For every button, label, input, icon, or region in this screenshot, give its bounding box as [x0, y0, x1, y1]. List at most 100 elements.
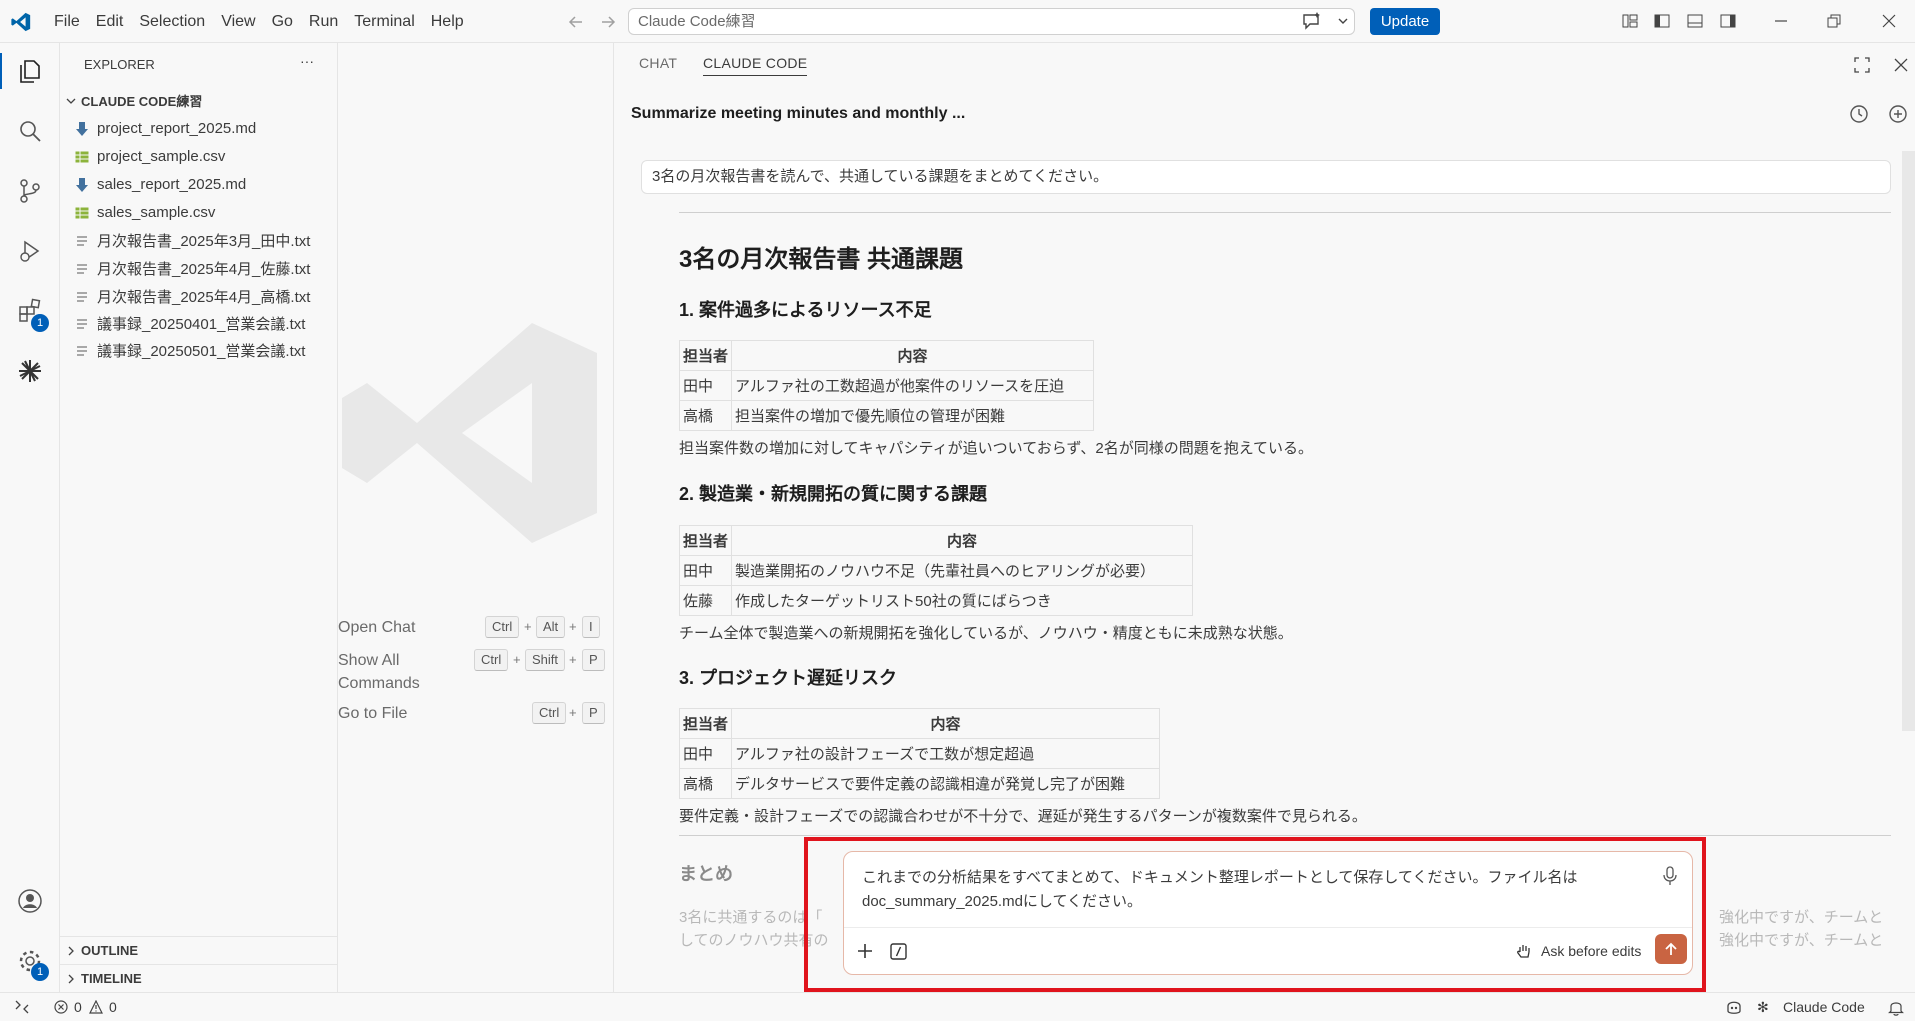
menu-go[interactable]: Go — [264, 0, 301, 43]
table-header: 担当者 — [678, 525, 733, 556]
menu-terminal[interactable]: Terminal — [346, 0, 422, 43]
accounts-icon[interactable] — [12, 883, 48, 919]
editor-welcome: Open Chat Ctrl + Alt + I Show All Comman… — [338, 43, 613, 992]
error-icon[interactable] — [54, 1000, 68, 1014]
claude-status-label[interactable]: Claude Code — [1783, 999, 1865, 1015]
slash-command-icon[interactable] — [890, 943, 907, 960]
timeline-header[interactable]: TIMELINE — [60, 965, 338, 992]
outline-header[interactable]: OUTLINE — [60, 937, 338, 964]
table-cell: 高橋 — [678, 768, 733, 799]
remote-icon[interactable] — [14, 999, 30, 1015]
run-debug-icon[interactable] — [12, 233, 48, 269]
file-item[interactable]: 月次報告書_2025年4月_高橋.txt — [60, 283, 338, 310]
tab-claude-code[interactable]: CLAUDE CODE — [703, 55, 808, 76]
command-center-search[interactable]: Claude Code練習 — [628, 8, 1355, 35]
file-name: 月次報告書_2025年4月_佐藤.txt — [97, 261, 311, 278]
close-panel-icon[interactable] — [1893, 57, 1909, 73]
file-item[interactable]: sales_report_2025.md — [60, 171, 338, 198]
user-prompt-text: 3名の月次報告書を読んで、共通している課題をまとめてください。 — [652, 168, 1109, 185]
hand-icon[interactable] — [1516, 943, 1532, 959]
settings-badge: 1 — [31, 963, 49, 981]
menu-help[interactable]: Help — [423, 0, 472, 43]
table-cell: デルタサービスで要件定義の認識相違が発覚し完了が困難 — [731, 768, 1161, 799]
send-button[interactable] — [1655, 934, 1687, 964]
scrollbar-thumb[interactable] — [1902, 151, 1915, 731]
go-to-file-label[interactable]: Go to File — [338, 705, 407, 723]
mode-label[interactable]: Ask before edits — [1541, 943, 1641, 959]
table-row: 田中 アルファ社の設計フェーズで工数が想定超過 — [678, 738, 1161, 769]
menu-file[interactable]: File — [46, 0, 88, 43]
source-control-icon[interactable] — [12, 173, 48, 209]
activity-bar: 1 1 — [0, 43, 60, 992]
search-icon[interactable] — [12, 113, 48, 149]
kbd-plus: + — [569, 619, 577, 634]
file-item[interactable]: project_sample.csv — [60, 143, 338, 170]
file-item[interactable]: 月次報告書_2025年4月_佐藤.txt — [60, 255, 338, 282]
table-row: 高橋 担当案件の増加で優先順位の管理が困難 — [678, 400, 1095, 431]
table-header: 内容 — [731, 340, 1095, 371]
table-cell: 田中 — [678, 738, 733, 769]
copilot-icon[interactable] — [1301, 10, 1323, 32]
toggle-secondary-sidebar-icon[interactable] — [1719, 12, 1737, 30]
table-cell: アルファ社の設計フェーズで工数が想定超過 — [731, 738, 1161, 769]
history-clock-icon[interactable] — [1849, 104, 1869, 124]
toggle-primary-sidebar-icon[interactable] — [1653, 12, 1671, 30]
toggle-panel-icon[interactable] — [1686, 12, 1704, 30]
kbd-plus: + — [513, 652, 521, 667]
kbd-plus: + — [524, 619, 532, 634]
menu-selection[interactable]: Selection — [131, 0, 213, 43]
kbd-key: Ctrl — [474, 649, 509, 671]
minimize-icon[interactable] — [1772, 12, 1790, 30]
table-cell: 佐藤 — [678, 585, 733, 616]
microphone-icon[interactable] — [1662, 866, 1678, 886]
kbd-key: P — [582, 649, 605, 671]
menu-bar: File Edit Selection View Go Run Terminal… — [46, 0, 472, 43]
open-chat-label[interactable]: Open Chat — [338, 619, 415, 637]
forward-arrow-icon[interactable] — [598, 12, 618, 32]
file-item[interactable]: 議事録_20250401_営業会議.txt — [60, 310, 338, 337]
more-actions-icon[interactable]: ··· — [300, 53, 314, 69]
notifications-bell-icon[interactable] — [1888, 998, 1904, 1016]
prompt-input[interactable]: これまでの分析結果をすべてまとめて、ドキュメント整理レポートとして保存してくださ… — [843, 851, 1693, 975]
table-cell: 担当案件の増加で優先順位の管理が困難 — [731, 400, 1095, 431]
text-file-icon — [75, 317, 89, 331]
markdown-icon — [75, 121, 89, 136]
close-window-icon[interactable] — [1880, 12, 1898, 30]
warning-count[interactable]: 0 — [109, 999, 117, 1015]
customize-layout-icon[interactable] — [1621, 12, 1639, 30]
restore-icon[interactable] — [1825, 12, 1843, 30]
issue-table: 担当者 内容 田中 アルファ社の工数超過が他案件のリソースを圧迫 高橋 担当案件の増加… — [678, 340, 1095, 431]
claude-icon[interactable] — [12, 353, 48, 389]
add-attachment-icon[interactable] — [856, 942, 874, 960]
menu-view[interactable]: View — [213, 0, 263, 43]
chevron-down-icon[interactable] — [1336, 14, 1350, 28]
folder-header[interactable]: CLAUDE CODE練習 — [60, 87, 338, 114]
menu-edit[interactable]: Edit — [88, 0, 132, 43]
show-all-commands-label[interactable]: Show All — [338, 652, 399, 670]
menu-run[interactable]: Run — [301, 0, 346, 43]
file-item[interactable]: project_report_2025.md — [60, 115, 338, 142]
table-row: 田中 アルファ社の工数超過が他案件のリソースを圧迫 — [678, 370, 1095, 401]
warning-icon[interactable] — [89, 1000, 103, 1014]
explorer-sidebar: EXPLORER ··· CLAUDE CODE練習 project_repor… — [60, 43, 338, 992]
timeline-label: TIMELINE — [81, 971, 142, 986]
copilot-status-icon[interactable] — [1725, 998, 1743, 1016]
error-count[interactable]: 0 — [74, 999, 82, 1015]
file-name: 月次報告書_2025年4月_高橋.txt — [97, 289, 311, 306]
prompt-input-text[interactable]: これまでの分析結果をすべてまとめて、ドキュメント整理レポートとして保存してくださ… — [862, 866, 1642, 914]
explorer-icon[interactable] — [12, 53, 48, 89]
file-item[interactable]: sales_sample.csv — [60, 199, 338, 226]
table-header: 担当者 — [678, 340, 733, 371]
tab-chat[interactable]: CHAT — [639, 55, 677, 71]
show-all-commands-label-2[interactable]: Commands — [338, 675, 420, 693]
faded-text: 強化中ですが、チームと — [1719, 909, 1884, 926]
update-button[interactable]: Update — [1370, 8, 1440, 35]
file-name: sales_report_2025.md — [97, 176, 247, 193]
maximize-icon[interactable] — [1854, 57, 1870, 73]
kbd-plus: + — [569, 652, 577, 667]
section-summary: 要件定義・設計フェーズでの認識合わせが不十分で、遅延が発生するパターンが複数案件… — [679, 808, 1367, 825]
new-session-icon[interactable] — [1888, 104, 1908, 124]
file-item[interactable]: 議事録_20250501_営業会議.txt — [60, 337, 338, 364]
file-item[interactable]: 月次報告書_2025年3月_田中.txt — [60, 227, 338, 254]
back-arrow-icon[interactable] — [566, 12, 586, 32]
